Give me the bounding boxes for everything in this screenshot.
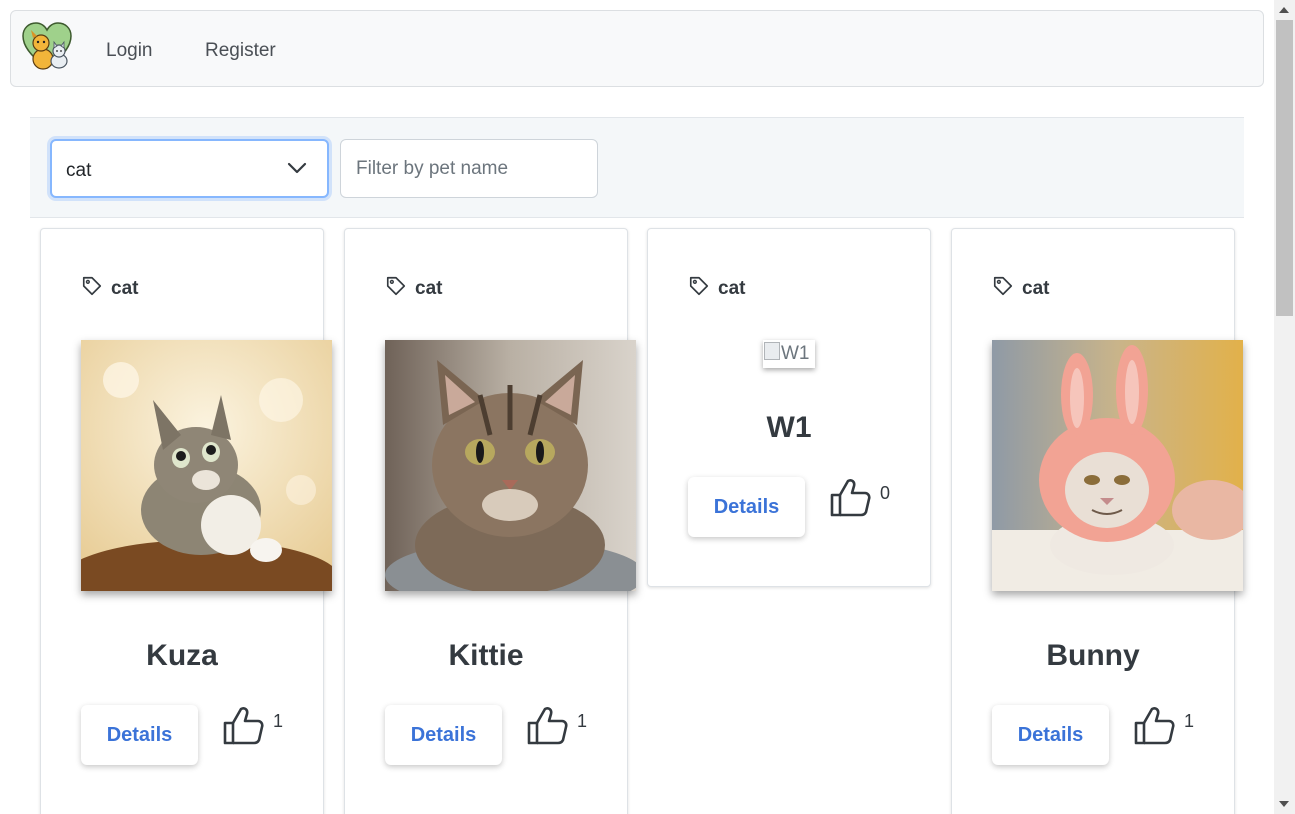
broken-image-placeholder: W1 (763, 340, 815, 368)
details-button[interactable]: Details (688, 477, 805, 537)
pet-card: cat Kuza Details 1 (40, 228, 332, 814)
pet-name: Kuza (146, 639, 218, 672)
like-count: 1 (577, 711, 588, 731)
pet-type-label: cat (1022, 278, 1050, 299)
pet-photo (992, 340, 1243, 591)
pet-type-select-value: cat (66, 160, 92, 181)
pet-card: cat W1 W1 Details 0 (647, 228, 931, 587)
like-count: 1 (1184, 711, 1195, 731)
thumbs-up-icon[interactable] (525, 703, 569, 747)
tag-icon (386, 276, 406, 296)
pet-photo (81, 340, 332, 591)
pet-name-filter-input[interactable] (340, 139, 598, 198)
pet-card: cat Kittie Details 1 (344, 228, 636, 814)
image-alt-text: W1 (781, 343, 810, 364)
nav-login-link[interactable]: Login (106, 40, 153, 62)
pet-photo (385, 340, 636, 591)
scroll-down-arrow-icon[interactable] (1279, 801, 1289, 807)
page: Login Register cat cat (0, 0, 1295, 814)
details-button[interactable]: Details (385, 705, 502, 765)
pet-name: Bunny (1046, 639, 1140, 672)
details-button[interactable]: Details (81, 705, 198, 765)
pet-name: Kittie (448, 639, 524, 672)
chevron-down-icon (287, 162, 307, 174)
nav-register-link[interactable]: Register (205, 40, 276, 62)
thumbs-up-icon[interactable] (828, 475, 872, 519)
pet-type-label: cat (415, 278, 443, 299)
pet-name: W1 (766, 411, 812, 444)
kitten-photo-image (81, 340, 332, 591)
pet-type-label: cat (111, 278, 139, 299)
like-count: 0 (880, 483, 891, 503)
bunny-hat-cat-photo-image (992, 340, 1243, 591)
tag-icon (82, 276, 102, 296)
tabby-cat-photo-image (385, 340, 636, 591)
tag-icon (993, 276, 1013, 296)
vertical-scrollbar[interactable] (1274, 0, 1295, 814)
details-button[interactable]: Details (992, 705, 1109, 765)
scroll-up-arrow-icon[interactable] (1279, 7, 1289, 13)
navbar: Login Register (10, 10, 1264, 87)
thumbs-up-icon[interactable] (1132, 703, 1176, 747)
pet-type-select[interactable]: cat (50, 139, 329, 198)
filter-bar: cat (30, 117, 1244, 218)
pet-type-label: cat (718, 278, 746, 299)
scrollbar-thumb[interactable] (1276, 20, 1293, 316)
pets-logo[interactable] (21, 21, 73, 73)
thumbs-up-icon[interactable] (221, 703, 265, 747)
tag-icon (689, 276, 709, 296)
like-count: 1 (273, 711, 284, 731)
pet-card: cat Bunny Details 1 (951, 228, 1243, 814)
